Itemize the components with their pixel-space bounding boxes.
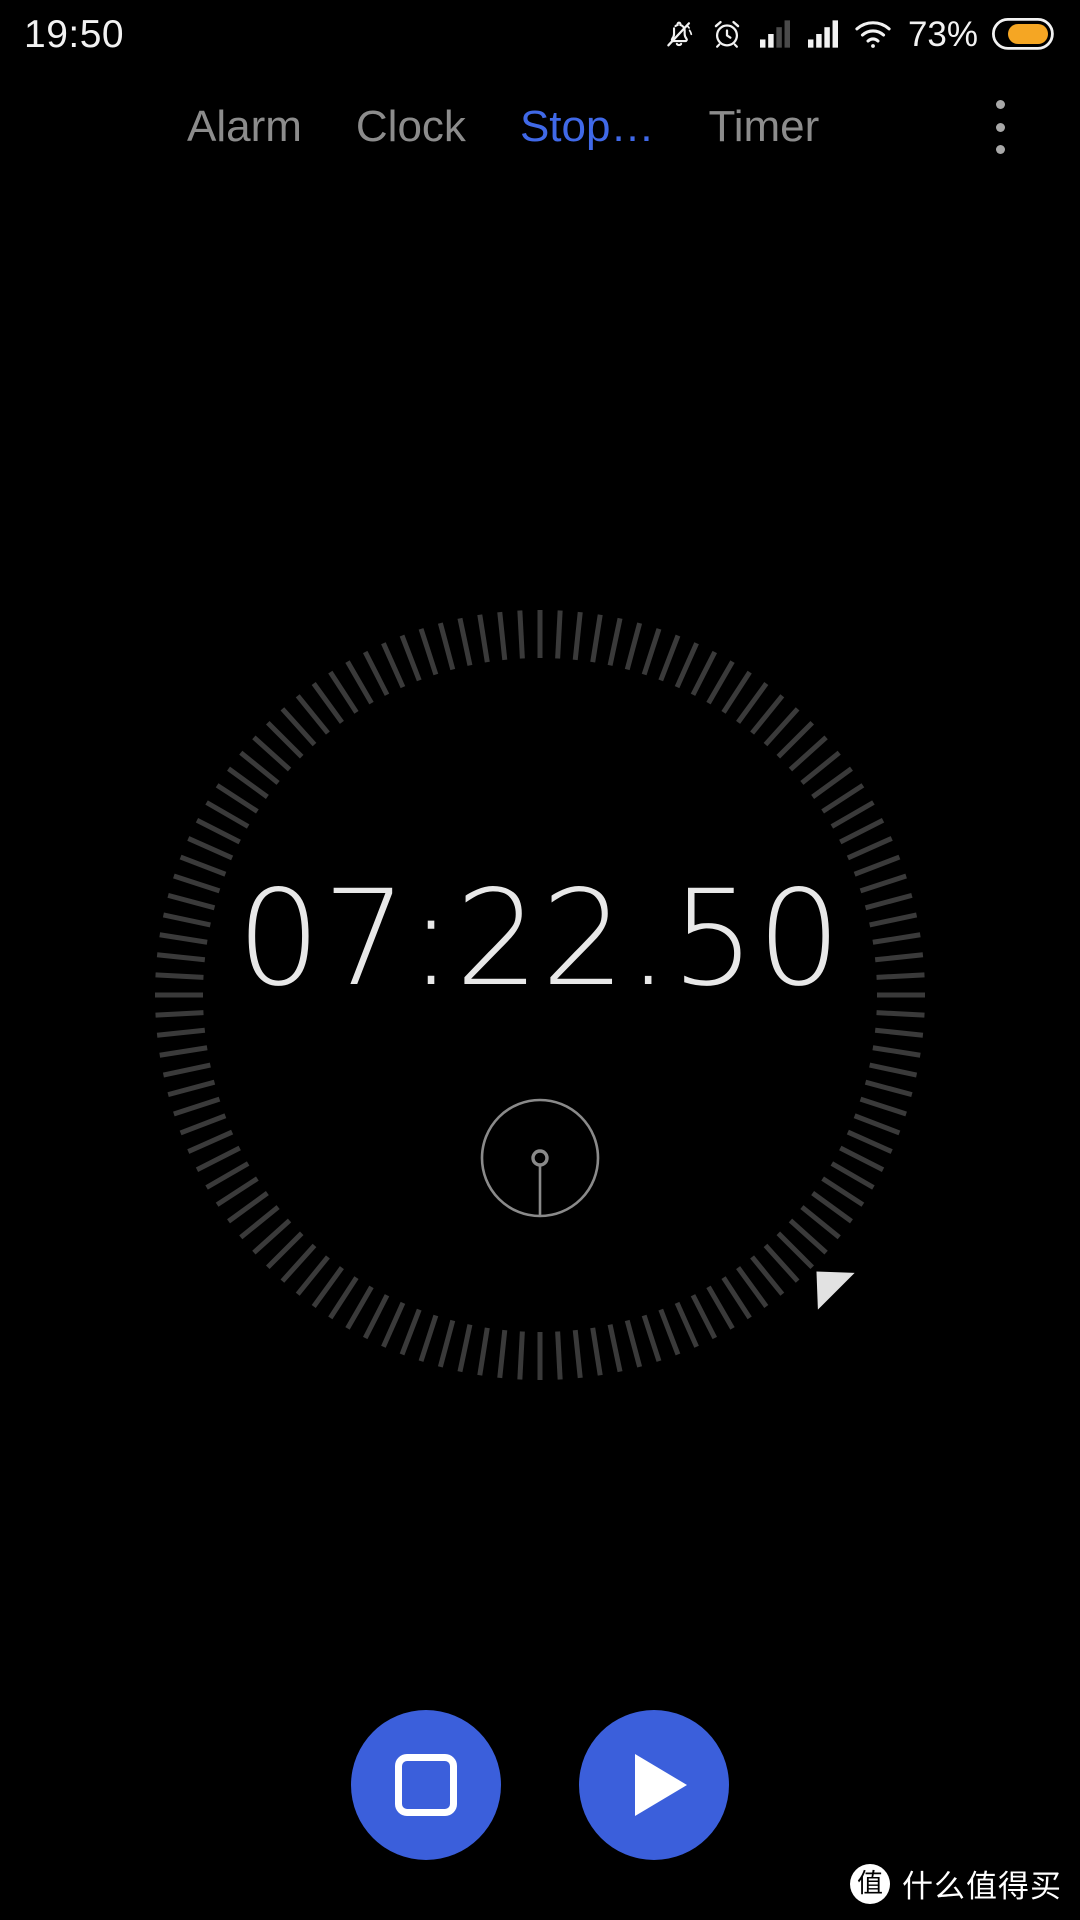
more-options-button[interactable] <box>978 96 1022 158</box>
watermark-text: 什么值得买 <box>902 1869 1062 1905</box>
menu-dot-icon <box>995 145 1005 154</box>
control-buttons <box>0 1710 1080 1860</box>
stop-square-icon <box>395 1754 457 1816</box>
play-triangle-icon <box>635 1754 687 1816</box>
signal-bars-sim1-icon <box>758 19 792 49</box>
menu-dot-icon <box>995 122 1005 132</box>
watermark: 值 什么值得买 <box>850 1861 1062 1906</box>
battery-percent-label: 73% <box>907 14 978 54</box>
watermark-badge-icon: 值 <box>850 1863 890 1904</box>
alarm-clock-icon <box>710 17 744 51</box>
tab-clock[interactable]: Clock <box>329 105 493 149</box>
elapsed-time: 07:22.50 <box>236 862 844 1016</box>
status-bar-icons: 73% <box>662 17 1054 52</box>
tab-list: Alarm Clock Stop… Timer <box>160 105 846 149</box>
stopwatch-screen: 19:50 73% Alarm Clock Stop… Timer 07:22.… <box>0 0 1080 1920</box>
battery-icon <box>992 18 1054 50</box>
signal-bars-sim2-icon <box>806 19 840 49</box>
tab-timer[interactable]: Timer <box>681 105 846 149</box>
menu-dot-icon <box>995 100 1005 109</box>
start-button[interactable] <box>579 1710 729 1860</box>
tab-stopwatch[interactable]: Stop… <box>493 105 682 149</box>
status-bar: 19:50 73% <box>0 0 1080 68</box>
status-bar-clock: 19:50 <box>24 12 125 56</box>
silent-bell-icon <box>662 17 696 51</box>
stop-button[interactable] <box>351 1710 501 1860</box>
tab-bar: Alarm Clock Stop… Timer <box>0 86 1080 168</box>
wifi-icon <box>854 19 892 49</box>
tab-alarm[interactable]: Alarm <box>160 105 329 149</box>
dial-pointer-icon <box>816 1271 855 1310</box>
sub-dial <box>480 1098 600 1218</box>
